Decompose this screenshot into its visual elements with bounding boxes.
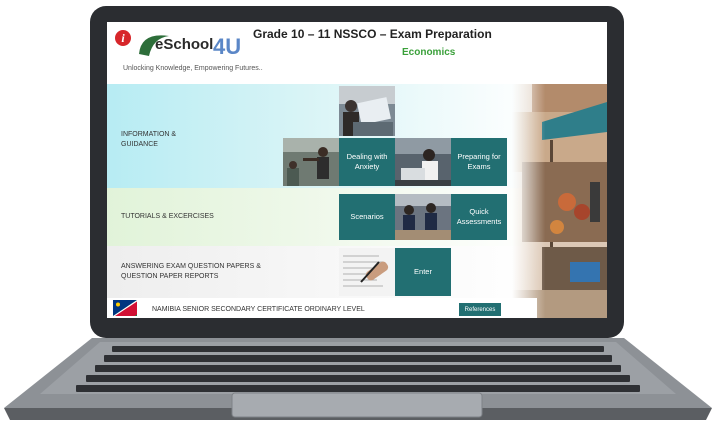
answering-exam-papers-row: ANSWERING EXAM QUESTION PAPERS & QUESTIO… [107, 246, 537, 298]
tutorials-label: TUTORIALS & EXCERCISES [121, 213, 214, 220]
anxiety-label-line2: Anxiety [354, 162, 380, 171]
study-laptop-photo [339, 86, 395, 136]
writing-exam-paper-photo [339, 248, 395, 296]
enter-button[interactable]: Enter [395, 248, 451, 296]
students-exam-photo [395, 194, 451, 240]
tagline: Unlocking Knowledge, Empowering Futures.… [123, 65, 263, 72]
references-button[interactable]: References [459, 303, 501, 316]
preparing-label-line2: Exams [467, 162, 491, 171]
answering-label-line2: QUESTION PAPER REPORTS [121, 273, 219, 280]
eschool4u-logo: eSchool 4U [139, 34, 241, 59]
scenarios-tile[interactable]: Scenarios [339, 194, 395, 240]
page-title: Grade 10 – 11 NSSCO – Exam Preparation [253, 27, 492, 41]
certificate-label: NAMIBIA SENIOR SECONDARY CERTIFICATE ORD… [152, 306, 365, 313]
information-label-line1: INFORMATION & [121, 131, 177, 138]
preparing-for-exams-tile[interactable]: Preparing for Exams [451, 138, 507, 186]
quick-label-line1: Quick [469, 207, 489, 216]
dealing-with-anxiety-tile[interactable]: Dealing with Anxiety [339, 138, 395, 186]
answering-label-line1: ANSWERING EXAM QUESTION PAPERS & [121, 263, 261, 270]
subject-label: Economics [402, 47, 456, 58]
preparing-label-line1: Preparing for [457, 152, 501, 161]
namibia-flag-icon [113, 300, 137, 316]
information-label-line2: GUIDANCE [121, 141, 158, 148]
header: i eSchool 4U Unlocking Knowledge, Empowe… [107, 22, 607, 84]
logo-accent: 4U [213, 34, 241, 59]
answering-label: ANSWERING EXAM QUESTION PAPERS & QUESTIO… [121, 262, 261, 282]
anxiety-label-line1: Dealing with [346, 152, 388, 161]
logo-text: eSchool [155, 36, 213, 53]
information-guidance-label: INFORMATION & GUIDANCE [121, 130, 176, 150]
student-laptop-photo [395, 138, 451, 186]
app-screen: i eSchool 4U Unlocking Knowledge, Empowe… [107, 22, 607, 318]
quick-assessments-tile[interactable]: Quick Assessments [451, 194, 507, 240]
info-icon[interactable]: i [115, 30, 131, 46]
quick-label-line2: Assessments [456, 217, 502, 226]
teacher-classroom-photo [283, 138, 339, 186]
